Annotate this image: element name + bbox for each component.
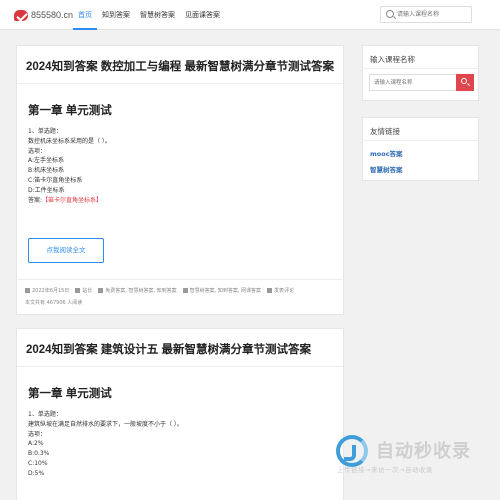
nav-zhihuishu-answers[interactable]: 智慧树答案 — [135, 0, 180, 30]
calendar-icon — [25, 288, 30, 293]
search-icon — [461, 78, 467, 84]
sidebar-search-widget: 输入课程名称 — [362, 45, 479, 101]
question-line: 选项： — [28, 430, 47, 438]
friend-links-title: 友情链接 — [370, 127, 400, 136]
meta-comment[interactable]: 发表评论 — [267, 287, 294, 294]
divider — [17, 366, 343, 367]
site-logo[interactable]: 855580.cn — [14, 8, 73, 22]
question-line: B:0.3% — [28, 450, 50, 458]
question-line: D:工件坐标系 — [28, 186, 65, 194]
question-line: D:5% — [28, 469, 45, 477]
question-line: A:左手坐标系 — [28, 157, 65, 165]
sidebar-search-title: 输入课程名称 — [370, 55, 415, 64]
meta-date: 2022年6月15日 — [25, 287, 69, 294]
watermark-badge: 自动秒收录 上传链接→来访一次→自动收录 — [334, 433, 494, 481]
watermark-subtitle: 上传链接→来访一次→自动收录 — [337, 466, 433, 474]
post-views: 本文共有 467906 人阅读 — [25, 300, 83, 306]
comment-icon — [267, 288, 273, 293]
friend-link-mooc[interactable]: mooc答案 — [370, 148, 403, 158]
post-title[interactable]: 2024知到答案 数控加工与编程 最新智慧树满分章节测试答案 — [26, 59, 341, 75]
watermark-title: 自动秒收录 — [376, 441, 471, 461]
top-navbar: 855580.cn 首页 知到答案 智慧树答案 见面课答案 — [0, 0, 500, 30]
watermark-logo-icon — [336, 435, 368, 467]
read-more-button[interactable]: 点我阅读全文 — [28, 238, 104, 263]
folder-icon — [98, 288, 104, 293]
logo-icon — [14, 9, 28, 21]
user-icon — [75, 288, 81, 293]
chapter-heading: 第一章 单元测试 — [28, 105, 112, 117]
answer-text: 【笛卡尔直角坐标系】 — [42, 196, 103, 204]
question-line: C:笛卡尔直角坐标系 — [28, 176, 83, 184]
logo-text: 855580.cn — [31, 10, 74, 20]
friend-links-widget: 友情链接 mooc答案 智慧树答案 — [362, 117, 479, 181]
divider — [363, 68, 478, 69]
post-card: 2024知到答案 数控加工与编程 最新智慧树满分章节测试答案 第一章 单元测试 … — [16, 45, 344, 315]
sidebar-search-button[interactable] — [456, 74, 474, 91]
question-line: C:10% — [28, 459, 48, 467]
question-line: B:机床坐标系 — [28, 167, 65, 175]
divider — [17, 279, 343, 280]
nav-zhidao-answers[interactable]: 知到答案 — [97, 0, 135, 30]
divider — [17, 83, 343, 84]
question-line: A:2% — [28, 440, 44, 448]
sidebar-search-input[interactable] — [370, 75, 454, 90]
main-nav: 首页 知到答案 智慧树答案 见面课答案 — [73, 0, 225, 30]
question-line: 数控机床坐标系采用的是（ ）。 — [28, 137, 111, 145]
friend-link-zhihuishu[interactable]: 智慧树答案 — [370, 164, 403, 174]
sidebar-search — [369, 74, 474, 91]
chapter-heading: 第一章 单元测试 — [28, 388, 112, 400]
tag-icon — [182, 288, 188, 293]
question-line: 建筑纵坡在满足自然排水的要求下，一般坡度不小于（ ）。 — [28, 420, 183, 428]
answer-label: 答案: — [28, 196, 43, 204]
answer-line: 答案:【笛卡尔直角坐标系】 — [28, 196, 111, 206]
meta-tags[interactable]: 智慧树答案, 知到答案, 网课答案 — [182, 287, 261, 294]
question-line: 选项： — [28, 147, 47, 155]
nav-home[interactable]: 首页 — [73, 0, 97, 30]
search-icon[interactable] — [386, 10, 394, 18]
header-search — [380, 6, 472, 23]
question-block: 1、单选题： 建筑纵坡在满足自然排水的要求下，一般坡度不小于（ ）。 选项： A… — [28, 410, 183, 479]
post-title[interactable]: 2024知到答案 建筑设计五 最新智慧树满分章节测试答案 — [26, 342, 341, 358]
nav-meeting-course-answers[interactable]: 见面课答案 — [180, 0, 225, 30]
header-search-input[interactable] — [397, 7, 471, 22]
meta-categories[interactable]: 免费答案, 智慧树答案, 知到答案 — [98, 287, 177, 294]
question-line: 1、单选题： — [28, 411, 62, 418]
post-card: 2024知到答案 建筑设计五 最新智慧树满分章节测试答案 第一章 单元测试 1、… — [16, 328, 344, 500]
question-block: 1、单选题： 数控机床坐标系采用的是（ ）。 选项： A:左手坐标系 B:机床坐… — [28, 127, 111, 205]
divider — [363, 140, 478, 141]
meta-author[interactable]: 站长 — [75, 287, 92, 294]
question-line: 1、单选题： — [28, 128, 62, 135]
post-meta: 2022年6月15日 站长 免费答案, 智慧树答案, 知到答案 智慧树答案, 知… — [25, 287, 340, 294]
